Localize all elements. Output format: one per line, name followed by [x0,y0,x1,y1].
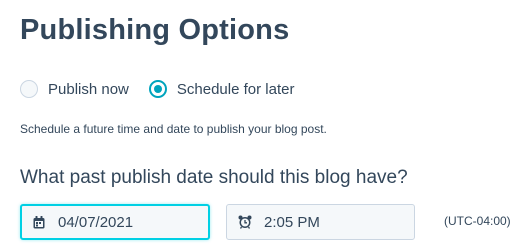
schedule-later-option[interactable]: Schedule for later [148,80,295,98]
time-value: 2:05 PM [264,213,320,231]
date-input[interactable]: 04/07/2021 [20,204,210,240]
timezone-label: (UTC-04:00) [444,214,511,228]
time-input[interactable]: 2:05 PM [226,204,415,240]
schedule-later-radio[interactable] [148,80,167,98]
calendar-icon [32,215,46,229]
date-value: 04/07/2021 [58,213,134,231]
publish-now-option[interactable]: Publish now [20,80,129,98]
alarm-clock-icon [238,215,252,229]
publish-now-radio[interactable] [20,80,38,98]
publish-now-label: Publish now [48,80,129,98]
page-title: Publishing Options [20,14,290,46]
publish-date-question: What past publish date should this blog … [20,167,408,188]
publish-mode-radio-group: Publish now Schedule for later [20,80,294,98]
schedule-later-label: Schedule for later [176,80,295,98]
schedule-help-text: Schedule a future time and date to publi… [20,122,327,136]
